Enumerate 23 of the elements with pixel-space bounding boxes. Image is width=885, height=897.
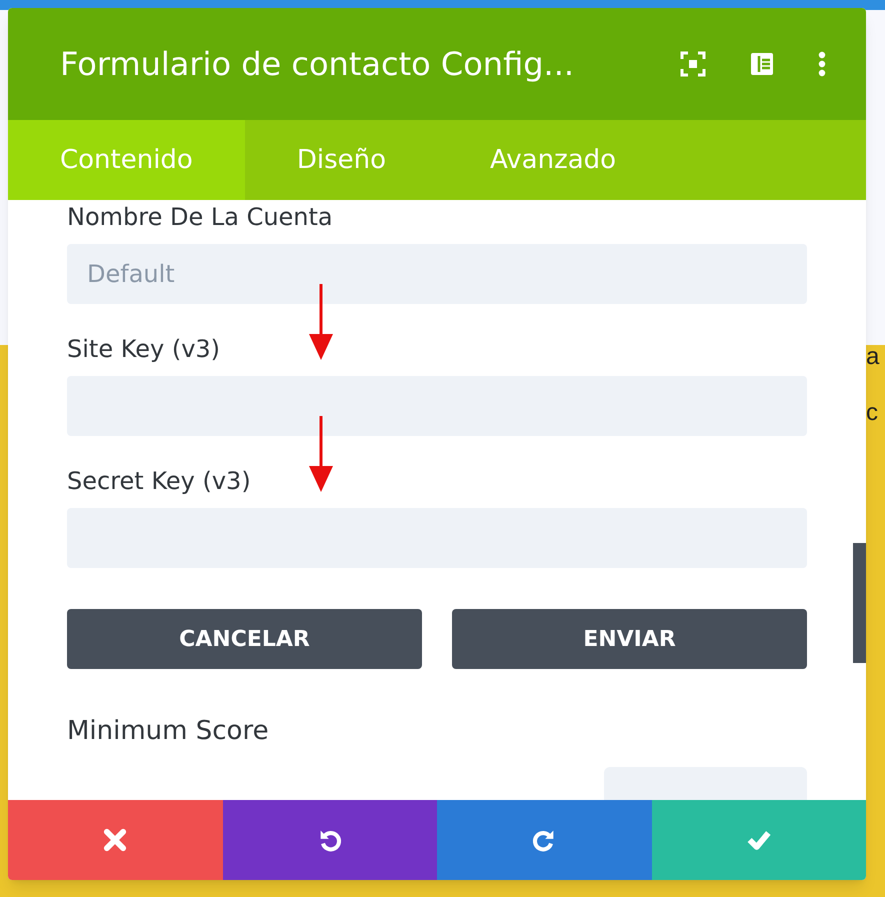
more-icon[interactable] xyxy=(818,51,826,77)
field-label: Minimum Score xyxy=(67,715,270,747)
background-text: c xyxy=(866,398,879,428)
scrollbar[interactable] xyxy=(853,543,866,663)
footer-button[interactable] xyxy=(437,800,652,880)
tab[interactable]: Diseño xyxy=(244,120,438,200)
field-label: Nombre De La Cuenta xyxy=(67,202,334,232)
input-field[interactable]: Default xyxy=(67,244,807,304)
layout-icon[interactable] xyxy=(750,52,774,76)
action-button[interactable]: CANCELAR xyxy=(67,609,422,669)
modal-title: Formulario de contacto Config... xyxy=(60,44,576,85)
tab[interactable]: Contenido xyxy=(8,120,245,200)
footer-button[interactable] xyxy=(8,800,222,880)
footer-button[interactable] xyxy=(222,800,437,880)
input-field[interactable] xyxy=(67,376,807,436)
field-label: Secret Key (v3) xyxy=(67,466,252,496)
action-button[interactable]: ENVIAR xyxy=(452,609,807,669)
tab[interactable]: Avanzado xyxy=(438,120,668,200)
field-label: Site Key (v3) xyxy=(67,334,222,364)
fullscreen-icon[interactable] xyxy=(680,51,706,77)
number-field[interactable] xyxy=(604,767,807,800)
footer-button[interactable] xyxy=(652,800,866,880)
background-text: a xyxy=(866,342,880,372)
